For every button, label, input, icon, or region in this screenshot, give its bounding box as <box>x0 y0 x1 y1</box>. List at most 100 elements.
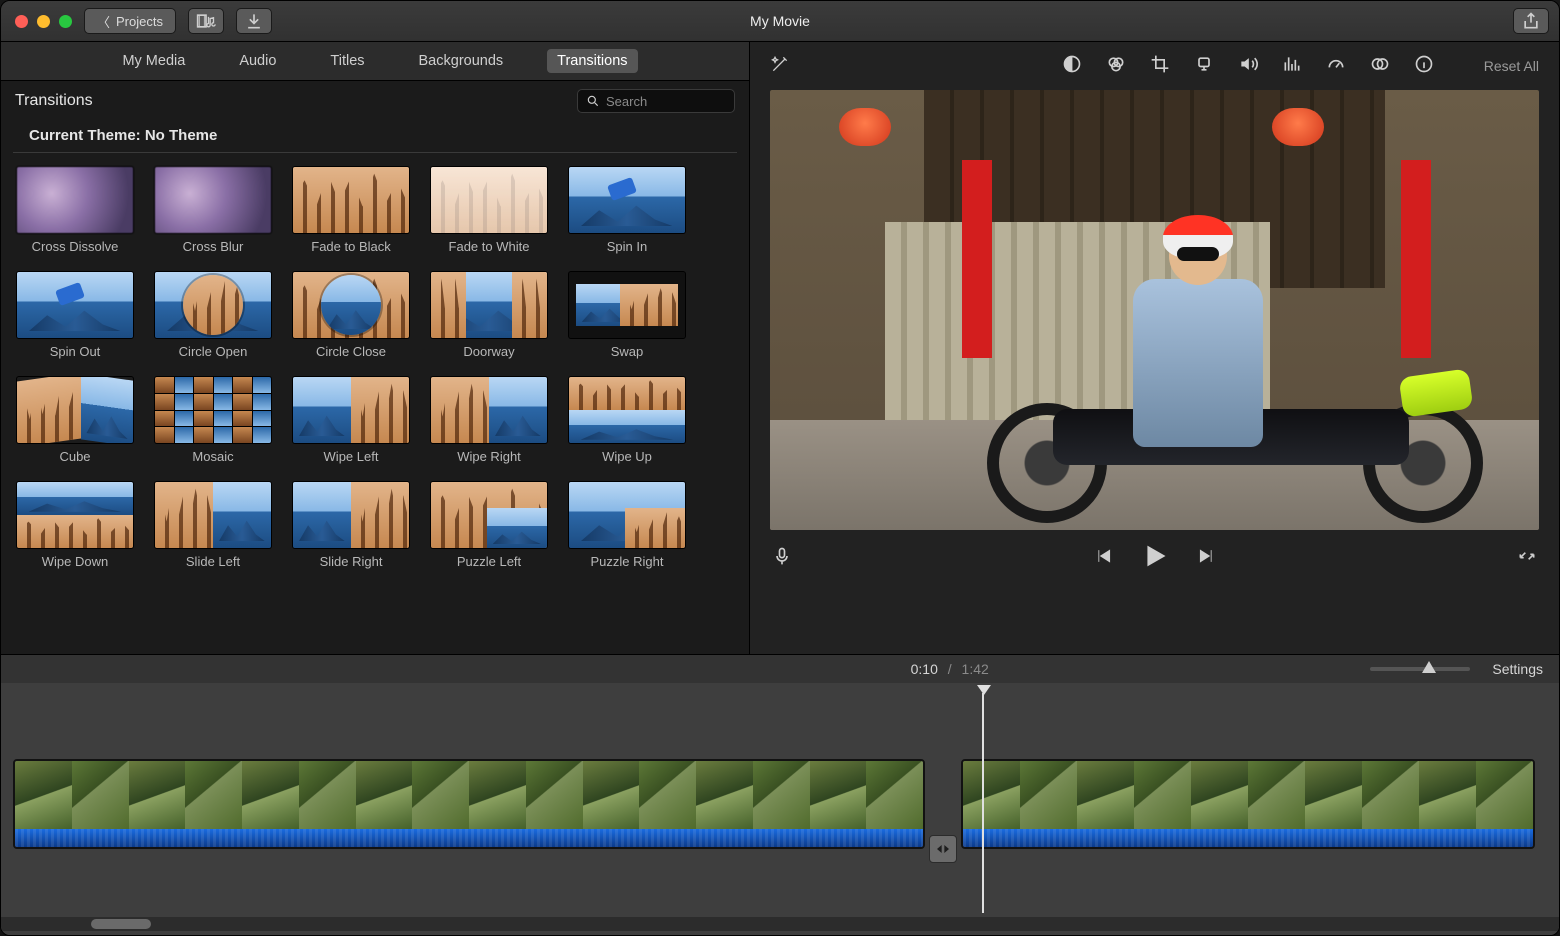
transition-item[interactable]: Swap <box>569 272 685 359</box>
timeline-header: 0:10 / 1:42 Settings <box>1 655 1559 683</box>
stabilize-button[interactable] <box>1194 54 1214 79</box>
speed-button[interactable] <box>1326 54 1346 79</box>
transition-item[interactable]: Spin In <box>569 167 685 254</box>
transition-item[interactable]: Fade to White <box>431 167 547 254</box>
equalizer-icon <box>1282 54 1302 74</box>
transition-label: Wipe Down <box>17 554 133 569</box>
transition-label: Fade to White <box>431 239 547 254</box>
tab-backgrounds[interactable]: Backgrounds <box>409 49 514 73</box>
stabilize-icon <box>1194 54 1214 74</box>
preview-frame <box>770 90 1539 530</box>
search-icon <box>586 94 600 108</box>
transition-item[interactable]: Cross Blur <box>155 167 271 254</box>
scrollbar-thumb[interactable] <box>91 919 151 929</box>
reset-all-button[interactable]: Reset All <box>1484 58 1539 74</box>
transition-label: Fade to Black <box>293 239 409 254</box>
transition-item[interactable]: Puzzle Left <box>431 482 547 569</box>
transition-label: Cross Blur <box>155 239 271 254</box>
transition-label: Wipe Right <box>431 449 547 464</box>
total-time: 1:42 <box>962 661 989 677</box>
transition-item[interactable]: Circle Open <box>155 272 271 359</box>
transition-item[interactable]: Fade to Black <box>293 167 409 254</box>
transition-item[interactable]: Wipe Down <box>17 482 133 569</box>
adjust-tool-icons: Reset All <box>1062 54 1539 79</box>
preview-toolbar: Reset All <box>750 42 1559 90</box>
transition-label: Wipe Up <box>569 449 685 464</box>
titlebar: 〈 Projects My Movie <box>1 1 1559 42</box>
next-button[interactable] <box>1197 546 1217 571</box>
transition-label: Spin In <box>569 239 685 254</box>
search-input[interactable]: Search <box>577 89 735 113</box>
transition-marker[interactable] <box>929 835 957 863</box>
transition-item[interactable]: Mosaic <box>155 377 271 464</box>
app-window: 〈 Projects My Movie My Media Audio Title… <box>0 0 1560 936</box>
transition-label: Circle Open <box>155 344 271 359</box>
browser-header: Transitions Search <box>1 81 749 121</box>
transition-label: Cross Dissolve <box>17 239 133 254</box>
play-button[interactable] <box>1141 542 1169 575</box>
timeline-panel: 0:10 / 1:42 Settings <box>1 654 1559 935</box>
share-button[interactable] <box>1513 8 1549 34</box>
transition-item[interactable]: Puzzle Right <box>569 482 685 569</box>
video-preview[interactable] <box>770 90 1539 530</box>
crop-button[interactable] <box>1150 54 1170 79</box>
transition-label: Spin Out <box>17 344 133 359</box>
transition-label: Wipe Left <box>293 449 409 464</box>
filters-icon <box>1062 54 1082 74</box>
search-placeholder: Search <box>606 94 647 109</box>
transition-label: Mosaic <box>155 449 271 464</box>
transition-item[interactable]: Doorway <box>431 272 547 359</box>
timeline-body[interactable] <box>1 683 1559 935</box>
overlay-button[interactable] <box>1370 54 1390 79</box>
transition-item[interactable]: Wipe Left <box>293 377 409 464</box>
transition-label: Slide Left <box>155 554 271 569</box>
color-filters-button[interactable] <box>1062 54 1082 79</box>
time-separator: / <box>948 661 952 677</box>
speed-icon <box>1326 54 1346 74</box>
transition-item[interactable]: Wipe Up <box>569 377 685 464</box>
transition-item[interactable]: Cube <box>17 377 133 464</box>
tab-audio[interactable]: Audio <box>229 49 286 73</box>
timeline-settings-button[interactable]: Settings <box>1492 661 1543 677</box>
timeline-clip[interactable] <box>13 759 925 849</box>
transition-label: Puzzle Left <box>431 554 547 569</box>
transition-label: Circle Close <box>293 344 409 359</box>
tab-transitions[interactable]: Transitions <box>547 49 637 73</box>
zoom-slider[interactable] <box>1370 667 1470 671</box>
transition-label: Swap <box>569 344 685 359</box>
prev-icon <box>1093 546 1113 566</box>
info-button[interactable] <box>1414 54 1434 79</box>
preview-panel: Reset All <box>750 42 1559 654</box>
magic-wand-button[interactable] <box>770 54 790 79</box>
share-icon <box>1521 11 1541 31</box>
library-tabs: My Media Audio Titles Backgrounds Transi… <box>1 42 749 81</box>
transition-label: Slide Right <box>293 554 409 569</box>
magic-wand-icon <box>770 54 790 74</box>
transition-item[interactable]: Cross Dissolve <box>17 167 133 254</box>
color-balance-button[interactable] <box>1106 54 1126 79</box>
transition-item[interactable]: Spin Out <box>17 272 133 359</box>
playback-controls <box>750 530 1559 586</box>
current-time: 0:10 <box>911 661 938 677</box>
main-body: My Media Audio Titles Backgrounds Transi… <box>1 42 1559 654</box>
info-icon <box>1414 54 1434 74</box>
transition-label: Doorway <box>431 344 547 359</box>
overlay-icon <box>1370 54 1390 74</box>
crop-icon <box>1150 54 1170 74</box>
window-title: My Movie <box>1 13 1559 29</box>
transition-item[interactable]: Wipe Right <box>431 377 547 464</box>
transition-item[interactable]: Slide Left <box>155 482 271 569</box>
transition-item[interactable]: Circle Close <box>293 272 409 359</box>
volume-icon <box>1238 54 1258 74</box>
play-icon <box>1141 542 1169 570</box>
timeline-clip[interactable] <box>961 759 1535 849</box>
timeline-scrollbar[interactable] <box>1 917 1559 931</box>
color-balance-icon <box>1106 54 1126 74</box>
transition-label: Puzzle Right <box>569 554 685 569</box>
volume-button[interactable] <box>1238 54 1258 79</box>
equalizer-button[interactable] <box>1282 54 1302 79</box>
tab-titles[interactable]: Titles <box>320 49 374 73</box>
prev-button[interactable] <box>1093 546 1113 571</box>
transition-item[interactable]: Slide Right <box>293 482 409 569</box>
tab-my-media[interactable]: My Media <box>112 49 195 73</box>
